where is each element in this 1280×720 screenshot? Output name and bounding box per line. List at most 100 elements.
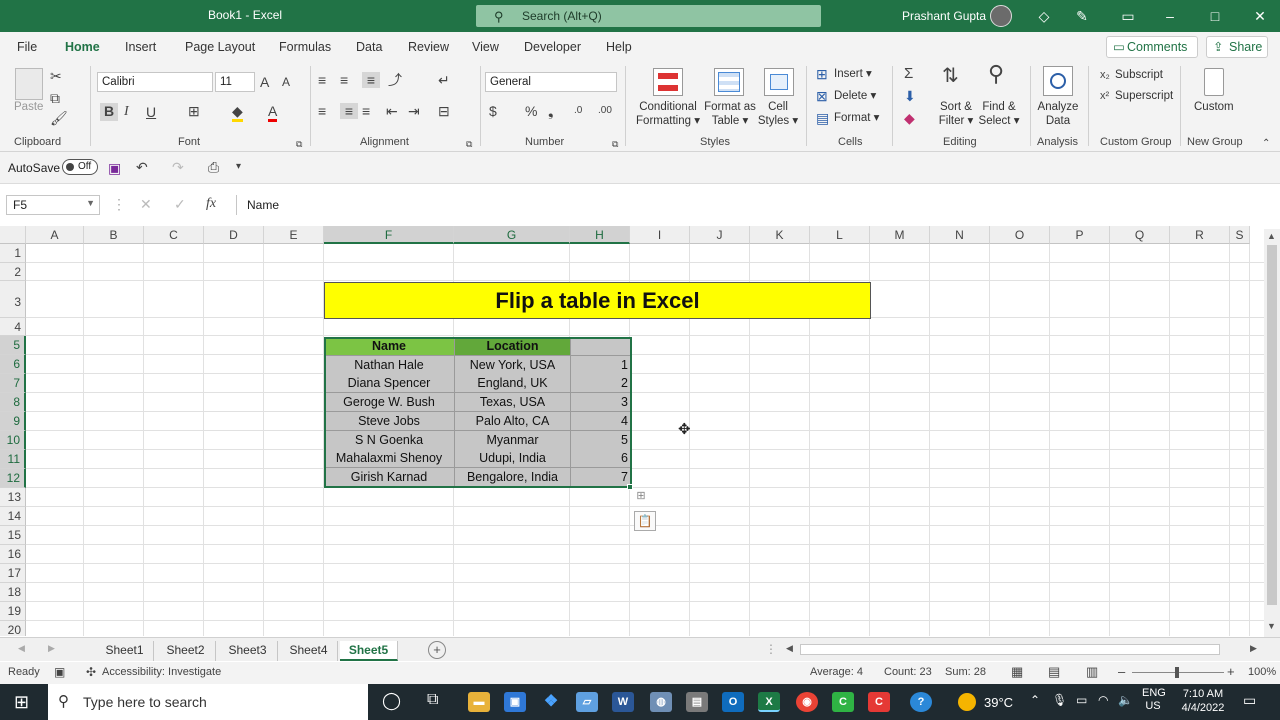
close-icon[interactable]: ✕ [1250,6,1270,26]
row-header[interactable]: 5 [0,336,26,355]
font-name-select[interactable]: Calibri [97,72,213,92]
vertical-scrollbar[interactable]: ▲ ▼ [1264,229,1280,637]
excel-icon[interactable]: X [758,692,780,712]
cancel-icon[interactable]: ✕ [140,196,152,212]
recorder-icon[interactable]: C [868,692,890,712]
zoom-slider-thumb[interactable] [1175,667,1179,678]
tab-formulas[interactable]: Formulas [279,40,331,54]
user-name[interactable]: Prashant Gupta [902,9,986,23]
ribbon-display-icon[interactable]: ▭ [1118,6,1138,26]
word-icon[interactable]: W [612,692,634,712]
help-icon[interactable]: ? [910,692,932,712]
cortana-icon[interactable]: ◯ [382,691,401,711]
print-icon[interactable]: ⎙ [208,159,219,175]
tray-chevron-icon[interactable]: ⌃ [1030,693,1040,707]
column-header[interactable]: H [570,226,630,244]
autosave-toggle[interactable]: Off [62,159,98,175]
weather-icon[interactable] [958,693,976,711]
format-as-table-label[interactable]: Format as Table ▾ [704,100,756,128]
cell-name[interactable]: S N Goenka [324,430,455,450]
row-header[interactable]: 12 [0,469,26,488]
subscript-icon[interactable]: x₂ [1100,67,1110,83]
camtasia-icon[interactable]: C [832,692,854,712]
cell-location[interactable]: Myanmar [455,430,571,450]
vertical-scroll-thumb[interactable] [1267,245,1277,605]
cell-number[interactable]: 2 [571,374,632,394]
task-view-icon[interactable]: ⧉ [427,691,438,709]
header-number[interactable] [571,337,632,356]
row-header[interactable]: 7 [0,374,26,393]
add-sheet-icon[interactable]: + [428,641,446,659]
currency-icon[interactable]: $ [489,103,497,119]
scroll-down-icon[interactable]: ▼ [1267,621,1276,631]
cell-location[interactable]: Udupi, India [455,449,571,469]
delete-cells-label[interactable]: Delete ▾ [834,89,876,103]
find-select-icon[interactable]: ⚲ [988,63,1004,85]
calculator-icon[interactable] [1204,68,1224,96]
zoom-out-icon[interactable]: – [1118,664,1125,679]
row-header[interactable]: 15 [0,526,26,545]
column-header[interactable]: C [144,226,204,244]
column-header[interactable]: E [264,226,324,244]
row-header[interactable]: 4 [0,318,26,336]
merge-center-icon[interactable]: ⊟ [438,103,450,119]
tab-page-layout[interactable]: Page Layout [185,40,255,54]
top-align-icon[interactable]: ≡ [318,72,326,88]
row-header[interactable]: 13 [0,488,26,507]
conditional-formatting-label[interactable]: Conditional Formatting ▾ [634,100,702,128]
outlook-icon[interactable]: O [722,692,744,712]
increase-font-icon[interactable]: A [260,74,269,90]
row-header[interactable]: 14 [0,507,26,526]
sort-filter-icon[interactable]: ⇅ [942,66,959,86]
status-sum[interactable]: Sum: 28 [945,666,986,678]
column-header[interactable]: M [870,226,930,244]
sheet-tab-2[interactable]: Sheet2 [156,641,216,661]
next-sheet-icon[interactable]: ▶ [48,643,55,654]
decrease-indent-icon[interactable]: ⇤ [386,103,398,119]
column-header[interactable]: J [690,226,750,244]
column-header[interactable]: S [1230,226,1250,244]
superscript-icon[interactable]: x² [1100,88,1109,104]
analyze-data-icon[interactable] [1043,66,1073,96]
number-dialog-icon[interactable]: ⧉ [612,136,618,152]
row-header[interactable]: 10 [0,431,26,450]
alignment-dialog-icon[interactable]: ⧉ [466,136,472,152]
column-header[interactable]: G [454,226,570,244]
column-header[interactable]: B [84,226,144,244]
italic-icon[interactable]: I [124,104,129,120]
find-select-label[interactable]: Find & Select ▾ [978,100,1020,128]
name-box[interactable]: F5 ▼ [6,195,100,215]
column-header[interactable]: K [750,226,810,244]
tab-review[interactable]: Review [408,40,449,54]
clock[interactable]: 7:10 AM 4/4/2022 [1172,687,1234,715]
insert-function-icon[interactable]: fx [206,196,216,212]
font-color-icon[interactable]: A [268,103,278,122]
cell-location[interactable]: England, UK [455,374,571,394]
underline-icon[interactable]: U [146,104,156,120]
paste-options-icon[interactable]: 📋 [634,511,656,531]
share-button[interactable]: ⇪ Share [1206,36,1268,58]
network-icon[interactable]: ▭ [1076,693,1087,707]
cell-location[interactable]: New York, USA [455,355,571,375]
column-header[interactable]: I [630,226,690,244]
tab-view[interactable]: View [472,40,499,54]
notifications-icon[interactable]: ▭ [1243,692,1256,709]
chrome-icon[interactable]: ◉ [796,692,818,712]
cell-number[interactable]: 1 [571,355,632,375]
decrease-font-icon[interactable]: A [282,74,290,90]
tab-help[interactable]: Help [606,40,632,54]
scroll-left-icon[interactable]: ◀ [786,643,793,654]
tab-home[interactable]: Home [65,40,100,63]
sheet-title-cell[interactable]: Flip a table in Excel [324,282,871,319]
formula-input[interactable]: Name [236,195,1276,215]
increase-decimal-icon[interactable]: .0 [574,103,582,119]
format-cells-icon[interactable]: ▤ [816,110,829,126]
status-average[interactable]: Average: 4 [810,666,863,678]
normal-view-icon[interactable]: ▦ [1011,664,1023,680]
pen-icon[interactable]: ✎ [1072,6,1092,26]
avatar[interactable] [990,5,1012,27]
font-size-select[interactable]: 11 [215,72,255,92]
maximize-icon[interactable]: □ [1205,6,1225,26]
custom-button-label[interactable]: Custom [1194,100,1234,114]
column-header[interactable]: A [26,226,84,244]
